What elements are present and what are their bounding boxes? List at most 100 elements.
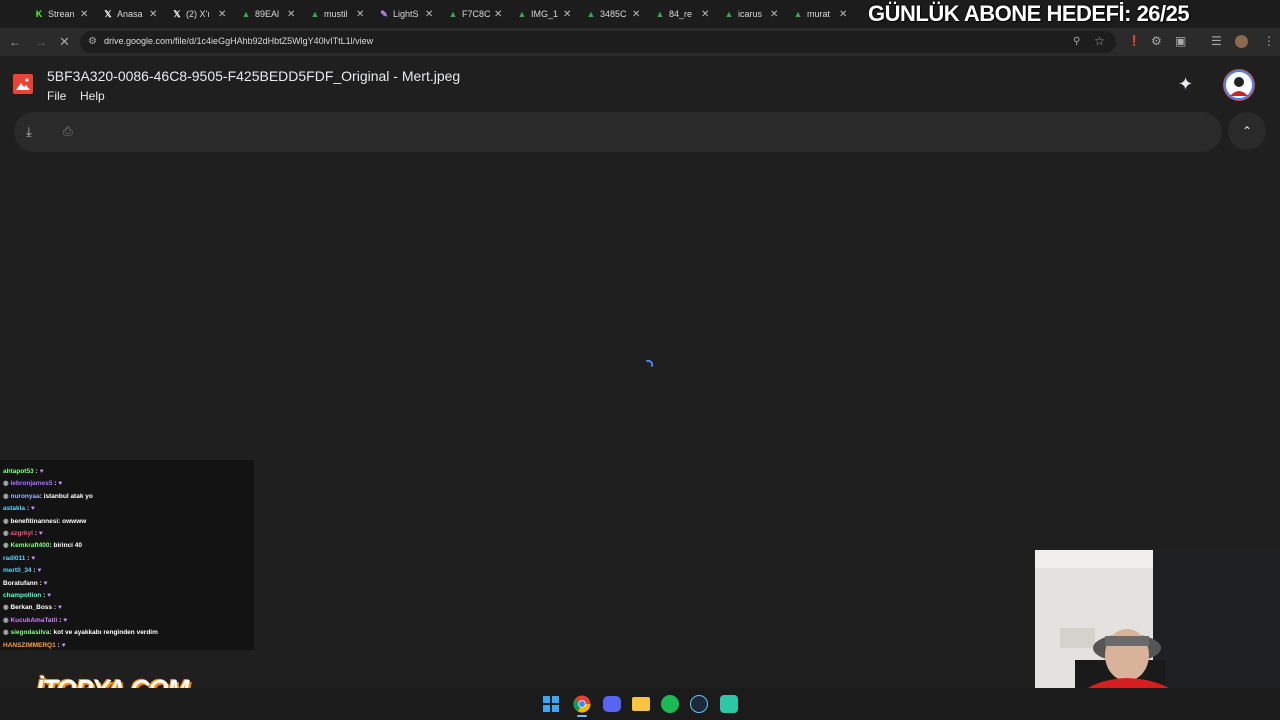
cast-icon[interactable]: ❗ [1128, 35, 1140, 49]
collapse-toolbar-button[interactable]: ⌃ [1228, 112, 1266, 150]
browser-tab[interactable]: ▲ 89EAl ✕ [241, 4, 296, 24]
back-icon[interactable]: ← [9, 35, 21, 49]
chat-separator: : [31, 567, 36, 575]
print-icon[interactable]: ⎙ [63, 124, 73, 139]
discord-icon[interactable] [603, 696, 621, 712]
chat-username[interactable]: ahtapot53 [3, 468, 34, 475]
puzzle-icon[interactable]: ▣ [1175, 34, 1186, 48]
chat-separator: : [32, 530, 37, 537]
spotify-icon[interactable] [661, 695, 679, 713]
tab-close-icon[interactable]: ✕ [770, 9, 778, 20]
chat-username[interactable]: siegodasilva [10, 629, 49, 636]
browser-tab[interactable]: ▲ F7C8C ✕ [448, 4, 503, 24]
chat-separator: : [25, 505, 30, 513]
tab-close-icon[interactable]: ✕ [494, 9, 502, 20]
tab-close-icon[interactable]: ✕ [839, 9, 847, 20]
browser-tab[interactable]: ▲ murat ✕ [793, 4, 848, 24]
tab-close-icon[interactable]: ✕ [632, 9, 640, 20]
chat-message: ◉ azgrkyl : ♥ [3, 529, 43, 538]
site-info-icon[interactable]: ⚙ [88, 35, 97, 49]
tab-close-icon[interactable]: ✕ [218, 9, 226, 20]
browser-tab[interactable]: ▲ 84_re ✕ [655, 4, 710, 24]
tab-close-icon[interactable]: ✕ [287, 9, 295, 20]
steam-icon[interactable] [690, 695, 708, 713]
download-icon[interactable]: ⤓ [26, 124, 32, 140]
menu-help[interactable]: Help [80, 89, 105, 103]
account-avatar[interactable] [1224, 70, 1254, 100]
heart-emote-icon: ♥ [38, 530, 43, 537]
chat-username[interactable]: azgrkyl [10, 530, 32, 537]
chat-username[interactable]: benefitinannesi [10, 518, 58, 525]
extension-icon[interactable]: ⚙ [1151, 34, 1162, 48]
drive-icon: ▲ [517, 9, 527, 19]
chat-username[interactable]: radi011 [3, 555, 25, 562]
chat-message: mert0_34 : ♥ [3, 566, 41, 575]
chat-message: Boratufann : ♥ [3, 579, 48, 588]
chat-username[interactable]: HANSZIMMERQ1 [3, 642, 56, 649]
chat-username[interactable]: lebronjames5 [10, 480, 52, 487]
tab-close-icon[interactable]: ✕ [80, 9, 88, 20]
chat-separator: : [41, 592, 46, 599]
tab-label: mustil [324, 9, 348, 19]
loading-spinner [641, 358, 655, 372]
chat-username[interactable]: KucukAmaTatli [10, 617, 57, 624]
chrome-icon[interactable] [573, 695, 591, 713]
bookmark-star-icon[interactable]: ☆ [1094, 34, 1105, 48]
tab-label: (2) X'ı [186, 9, 210, 19]
chat-text: : owwww [58, 517, 87, 525]
tab-label: LightS [393, 9, 419, 19]
chat-text: : kot ve ayakkabı renginden verdim [49, 629, 158, 637]
zoom-icon[interactable]: ⚲ [1073, 35, 1080, 49]
chat-separator: : [57, 616, 62, 624]
windows-start-icon[interactable] [543, 696, 559, 712]
browser-tab[interactable]: ▲ icarus ✕ [724, 4, 779, 24]
browser-tab[interactable]: ▲ IMG_1 ✕ [517, 4, 572, 24]
reading-list-icon[interactable]: ☰ [1211, 34, 1222, 48]
image-file-icon [13, 74, 33, 94]
tab-close-icon[interactable]: ✕ [149, 9, 157, 20]
app-icon[interactable] [720, 695, 738, 713]
tab-close-icon[interactable]: ✕ [425, 9, 433, 20]
browser-tab[interactable]: ▲ 3485C ✕ [586, 4, 641, 24]
chat-username[interactable]: champollion [3, 592, 41, 599]
chat-message: ◉ Kemkraft400: birinci 40 [3, 541, 82, 550]
drive-icon: ▲ [448, 9, 458, 19]
file-explorer-icon[interactable] [632, 697, 650, 711]
browser-tab[interactable]: ✎ LightS ✕ [379, 4, 433, 24]
heart-emote-icon: ♥ [58, 480, 63, 488]
chat-username[interactable]: Berkan_Boss [10, 604, 52, 611]
profile-avatar[interactable] [1235, 35, 1248, 48]
menu-kebab-icon[interactable]: ⋮ [1263, 34, 1275, 48]
tab-close-icon[interactable]: ✕ [701, 9, 709, 20]
chat-message: ◉ KucukAmaTatli : ♥ [3, 616, 67, 625]
heart-emote-icon: ♥ [39, 468, 44, 475]
forward-icon[interactable]: → [35, 35, 47, 49]
chat-username[interactable]: Kemkraft400 [10, 542, 49, 549]
chat-message: ◉ benefitinannesi: owwww [3, 517, 86, 526]
browser-tab[interactable]: ▲ mustil ✕ [310, 4, 365, 24]
chat-separator: : [33, 468, 38, 475]
chat-username[interactable]: mert0_34 [3, 567, 32, 574]
chat-message: ahtapot53 : ♥ [3, 467, 44, 476]
heart-emote-icon: ♥ [37, 567, 42, 575]
browser-tab[interactable]: 𝕏 Anasa ✕ [103, 4, 157, 24]
tab-close-icon[interactable]: ✕ [563, 9, 571, 20]
chat-message: ◉ siegodasilva: kot ve ayakkabı renginde… [3, 628, 158, 637]
viewer-action-bar [14, 112, 1222, 152]
heart-emote-icon: ♥ [61, 641, 66, 649]
gemini-sparkle-icon[interactable]: ✦ [1178, 74, 1193, 95]
chat-separator: : [37, 579, 42, 587]
tab-close-icon[interactable]: ✕ [356, 9, 364, 20]
url-text[interactable]: drive.google.com/file/d/1c4ieGgHAhb92dHb… [104, 36, 373, 46]
browser-tab[interactable]: K Strean ✕ [34, 4, 89, 24]
chat-username[interactable]: Boratufann [3, 580, 38, 587]
browser-tab[interactable]: 𝕏 (2) X'ı ✕ [172, 4, 226, 24]
chat-username[interactable]: astakla [3, 505, 25, 512]
feather-icon: ✎ [380, 9, 388, 19]
tab-label: 3485C [600, 9, 627, 19]
stop-loading-icon[interactable]: ✕ [59, 35, 70, 49]
chat-username[interactable]: nuronyaa [10, 493, 39, 500]
chat-message: astakla : ♥ [3, 504, 35, 513]
chat-message: HANSZIMMERQ1 : ♥ [3, 641, 66, 650]
menu-file[interactable]: File [47, 89, 66, 103]
